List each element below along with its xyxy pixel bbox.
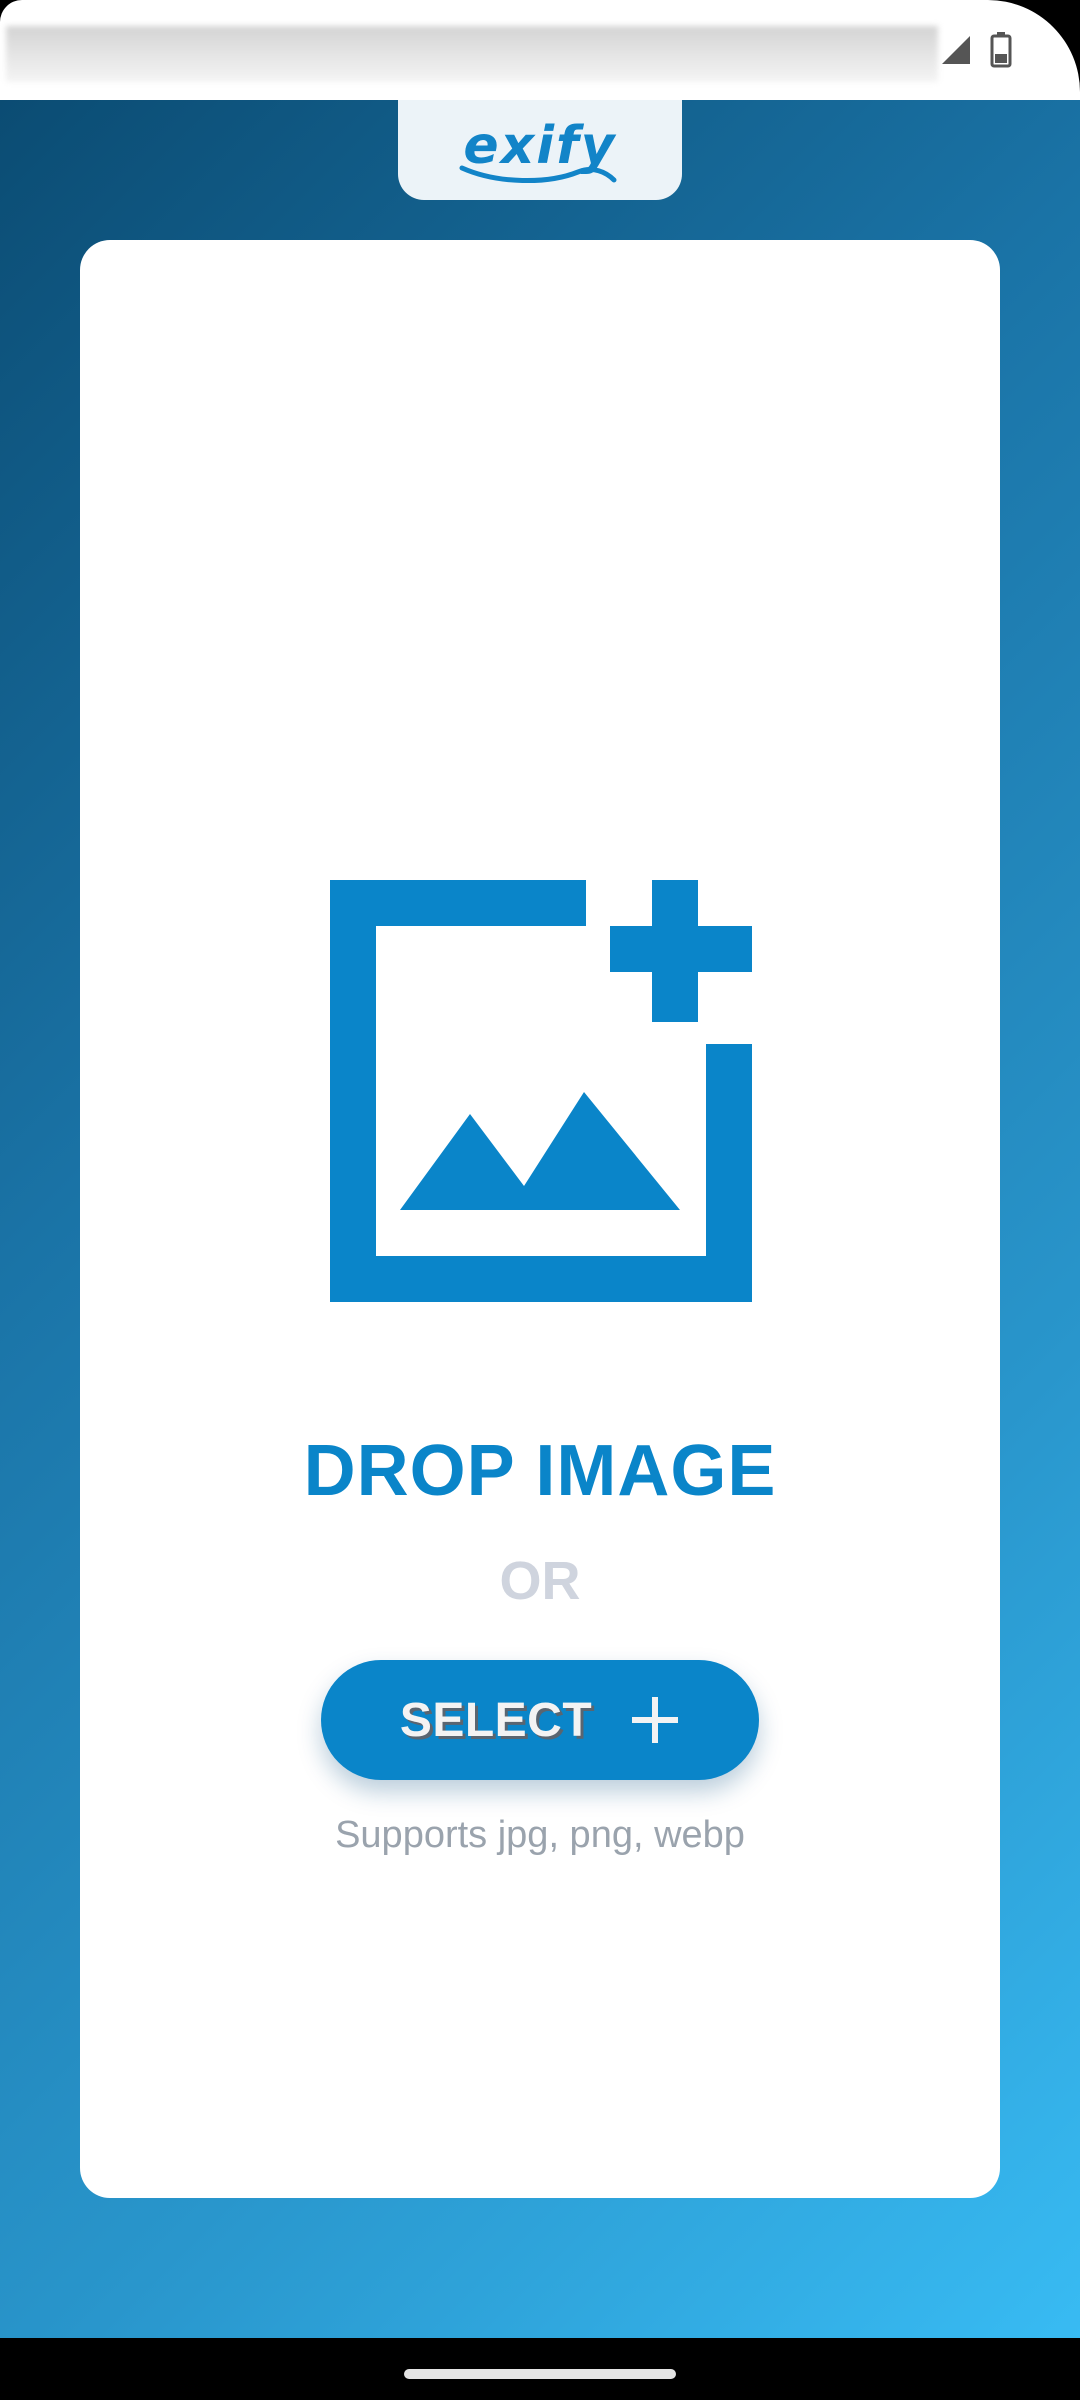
home-indicator[interactable] <box>404 2369 676 2379</box>
signal-icon <box>942 36 970 64</box>
plus-icon <box>632 1697 679 1743</box>
or-label: OR <box>499 1551 581 1611</box>
select-button-label: SELECT <box>399 1693 593 1747</box>
add-image-icon <box>330 880 752 1302</box>
status-bar-background <box>0 0 1080 100</box>
navigation-bar <box>0 2338 1080 2400</box>
app-screen: exify DROP IMAGE OR SELECT Supports jpg,… <box>0 0 1080 2400</box>
battery-icon <box>990 32 1012 68</box>
select-image-button[interactable]: SELECT <box>321 1660 759 1780</box>
app-background: exify DROP IMAGE OR SELECT Supports jpg,… <box>0 100 1080 2338</box>
status-bar <box>0 0 1080 100</box>
status-bar-redacted-area <box>6 26 938 82</box>
drop-zone-card[interactable]: DROP IMAGE OR SELECT Supports jpg, png, … <box>80 240 1000 2198</box>
logo-tab: exify <box>398 100 682 200</box>
supported-formats-text: Supports jpg, png, webp <box>335 1814 745 1856</box>
logo-wave-icon <box>459 165 617 183</box>
drop-image-label: DROP IMAGE <box>303 1431 777 1511</box>
